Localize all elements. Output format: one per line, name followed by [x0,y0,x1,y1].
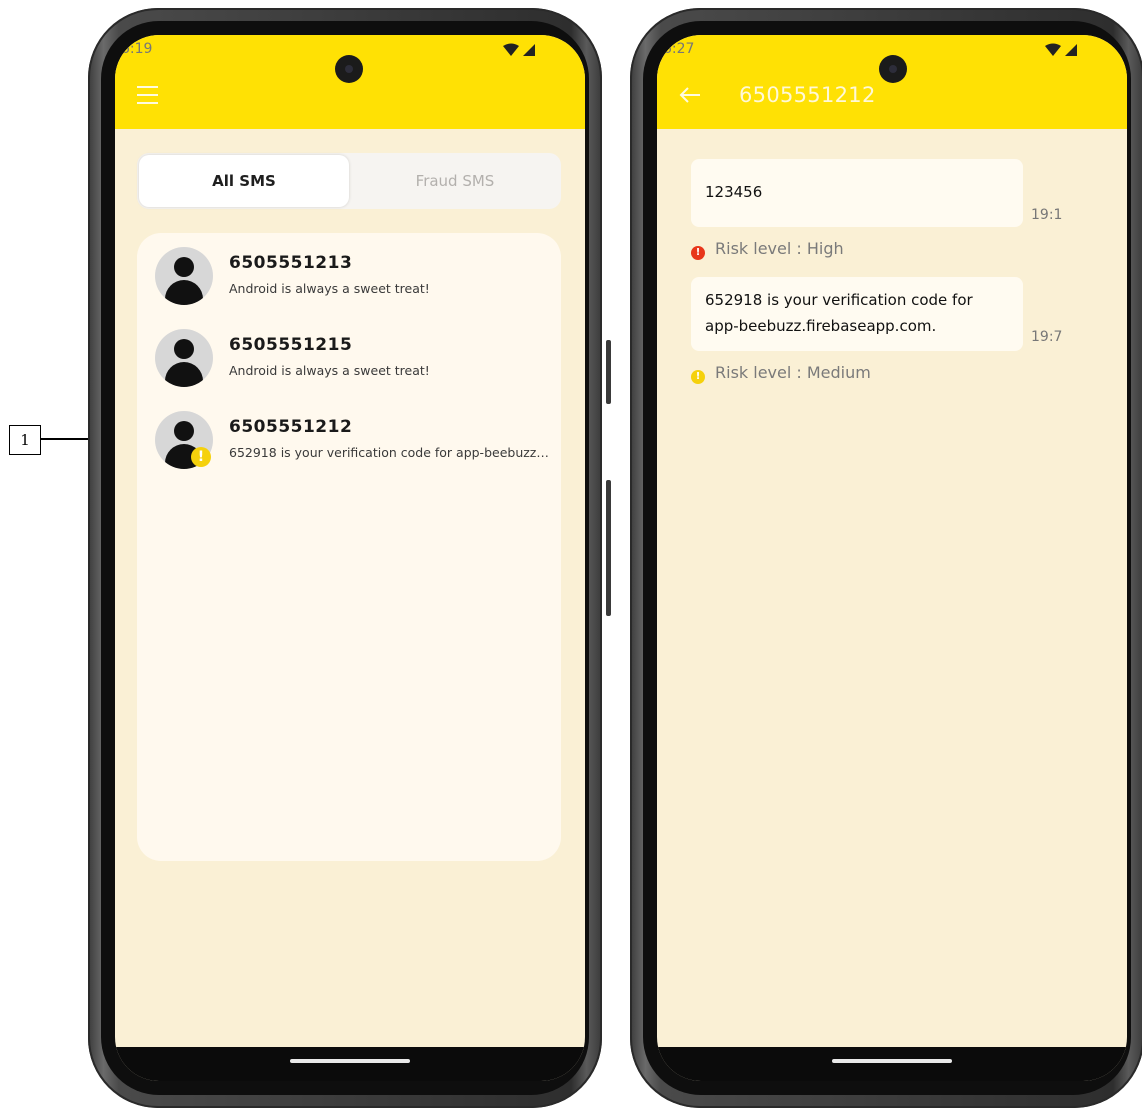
conversation-title: 6505551212 [739,83,876,107]
phone-bezel: 6:19 All SMS Fraud SMS 6505551213 Androi… [101,21,589,1095]
tab-all-sms[interactable]: All SMS [139,155,349,207]
list-item[interactable]: 6505551215 Android is always a sweet tre… [155,329,555,393]
message-text: 123456 [705,183,763,201]
menu-icon[interactable] [137,86,158,104]
sender-number: 6505551215 [229,335,353,355]
risk-medium-icon: ! [691,370,705,384]
phone-bezel: 6:27 6505551212 123456 19:1 ! Risk level … [643,21,1131,1095]
message-bubble[interactable]: 652918 is your verification code for app… [691,277,1023,351]
front-camera [335,55,363,83]
phone-frame-left: 6:19 All SMS Fraud SMS 6505551213 Androi… [88,8,602,1108]
volume-button [606,480,611,616]
risk-level-text: Risk level : Medium [715,363,871,382]
signal-wifi-icon [503,43,535,56]
home-gesture-bar[interactable] [832,1059,952,1063]
message-time: 19:7 [1031,329,1063,345]
status-time: 6:27 [663,41,695,57]
avatar [155,329,213,387]
home-gesture-bar[interactable] [290,1059,410,1063]
power-button [606,340,611,404]
system-nav-bar [657,1047,1127,1081]
risk-level: ! Risk level : Medium [691,363,871,384]
warning-icon: ! [191,447,211,467]
message-preview: 652918 is your verification code for app… [229,445,549,460]
risk-level: ! Risk level : High [691,239,844,260]
message-preview: Android is always a sweet treat! [229,363,430,378]
sender-number: 6505551212 [229,417,353,437]
avatar [155,247,213,305]
status-time: 6:19 [121,41,153,57]
sms-list-screen: 6:19 All SMS Fraud SMS 6505551213 Androi… [115,35,585,1081]
system-nav-bar [115,1047,585,1081]
message-bubble[interactable]: 123456 [691,159,1023,227]
sms-list: 6505551213 Android is always a sweet tre… [137,233,561,861]
message-text: 652918 is your verification code for app… [705,291,973,335]
risk-level-text: Risk level : High [715,239,844,258]
conversation-screen: 6:27 6505551212 123456 19:1 ! Risk level … [657,35,1127,1081]
risk-high-icon: ! [691,246,705,260]
phone-frame-right: 6:27 6505551212 123456 19:1 ! Risk level … [630,8,1142,1108]
front-camera [879,55,907,83]
list-item[interactable]: 6505551213 Android is always a sweet tre… [155,247,555,311]
message-time: 19:1 [1031,207,1063,223]
sender-number: 6505551213 [229,253,353,273]
tab-fraud-sms[interactable]: Fraud SMS [351,155,559,207]
annotation-label: 1 [9,425,41,455]
message-preview: Android is always a sweet treat! [229,281,430,296]
list-item[interactable]: ! 6505551212 652918 is your verification… [155,411,555,475]
sms-tabs: All SMS Fraud SMS [137,153,561,209]
back-arrow-icon[interactable] [679,87,701,103]
signal-wifi-icon [1045,43,1077,56]
